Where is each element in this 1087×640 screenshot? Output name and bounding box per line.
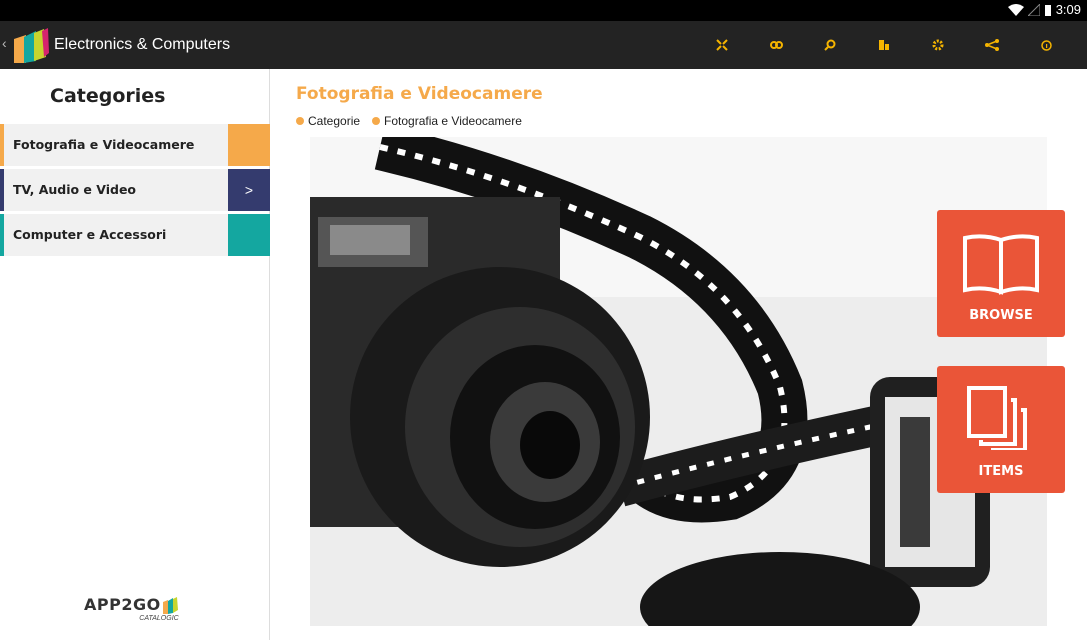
status-time: 3:09 — [1055, 2, 1081, 17]
search-icon[interactable] — [803, 35, 857, 55]
items-label: ITEMS — [978, 464, 1024, 479]
info-icon[interactable] — [1019, 35, 1073, 55]
sidebar-item-label: Fotografia e Videocamere — [13, 137, 195, 152]
signal-icon — [1027, 3, 1040, 16]
pages-icon — [967, 386, 1027, 450]
brand-mark-icon — [162, 597, 178, 614]
sidebar: Categories Fotografia e Videocamere TV, … — [0, 69, 270, 640]
status-bar: 3:09 — [0, 0, 1087, 21]
building-icon[interactable] — [857, 35, 911, 55]
sidebar-heading: Categories — [50, 85, 166, 107]
browse-label: BROWSE — [969, 308, 1033, 323]
breadcrumb: Categorie Fotografia e Videocamere — [296, 114, 528, 128]
battery-icon — [1044, 4, 1051, 16]
items-button[interactable]: ITEMS — [937, 366, 1065, 493]
brand-logo: APP2GO CATALOGIC — [84, 595, 179, 622]
breadcrumb-item[interactable]: Fotografia e Videocamere — [372, 114, 522, 128]
share-icon[interactable] — [965, 35, 1019, 55]
book-icon — [963, 234, 1039, 295]
breadcrumb-item[interactable]: Categorie — [296, 114, 360, 128]
wifi-icon — [1007, 3, 1024, 16]
breadcrumb-arrow-icon — [296, 117, 304, 125]
browse-button[interactable]: BROWSE — [937, 210, 1065, 337]
category-tile[interactable] — [228, 214, 270, 256]
sidebar-item-tv-audio[interactable]: TV, Audio e Video > — [0, 169, 270, 211]
app-logo[interactable] — [12, 27, 50, 65]
chevron-right-icon[interactable]: > — [228, 169, 270, 211]
sidebar-item-computer[interactable]: Computer e Accessori — [0, 214, 270, 256]
brand-subtitle: CATALOGIC — [139, 615, 179, 622]
sidebar-item-label: TV, Audio e Video — [13, 182, 137, 197]
link-icon[interactable] — [749, 35, 803, 55]
category-color-bar — [0, 169, 4, 211]
app-bar: ‹ Electronics & Computers — [0, 21, 1087, 69]
app-bar-actions — [695, 35, 1073, 55]
category-tile[interactable] — [228, 124, 270, 166]
sidebar-item-fotografia[interactable]: Fotografia e Videocamere — [0, 124, 270, 166]
sidebar-item-label: Computer e Accessori — [13, 227, 167, 242]
category-color-bar — [0, 214, 4, 256]
settings-icon[interactable] — [911, 35, 965, 55]
breadcrumb-arrow-icon — [372, 117, 381, 125]
app-title: Electronics & Computers — [54, 36, 231, 53]
expand-icon[interactable] — [695, 35, 749, 55]
brand-name: APP2GO — [84, 595, 161, 614]
category-color-bar — [0, 124, 4, 166]
page-title: Fotografia e Videocamere — [296, 84, 543, 104]
back-chevron-icon[interactable]: ‹ — [2, 35, 7, 51]
